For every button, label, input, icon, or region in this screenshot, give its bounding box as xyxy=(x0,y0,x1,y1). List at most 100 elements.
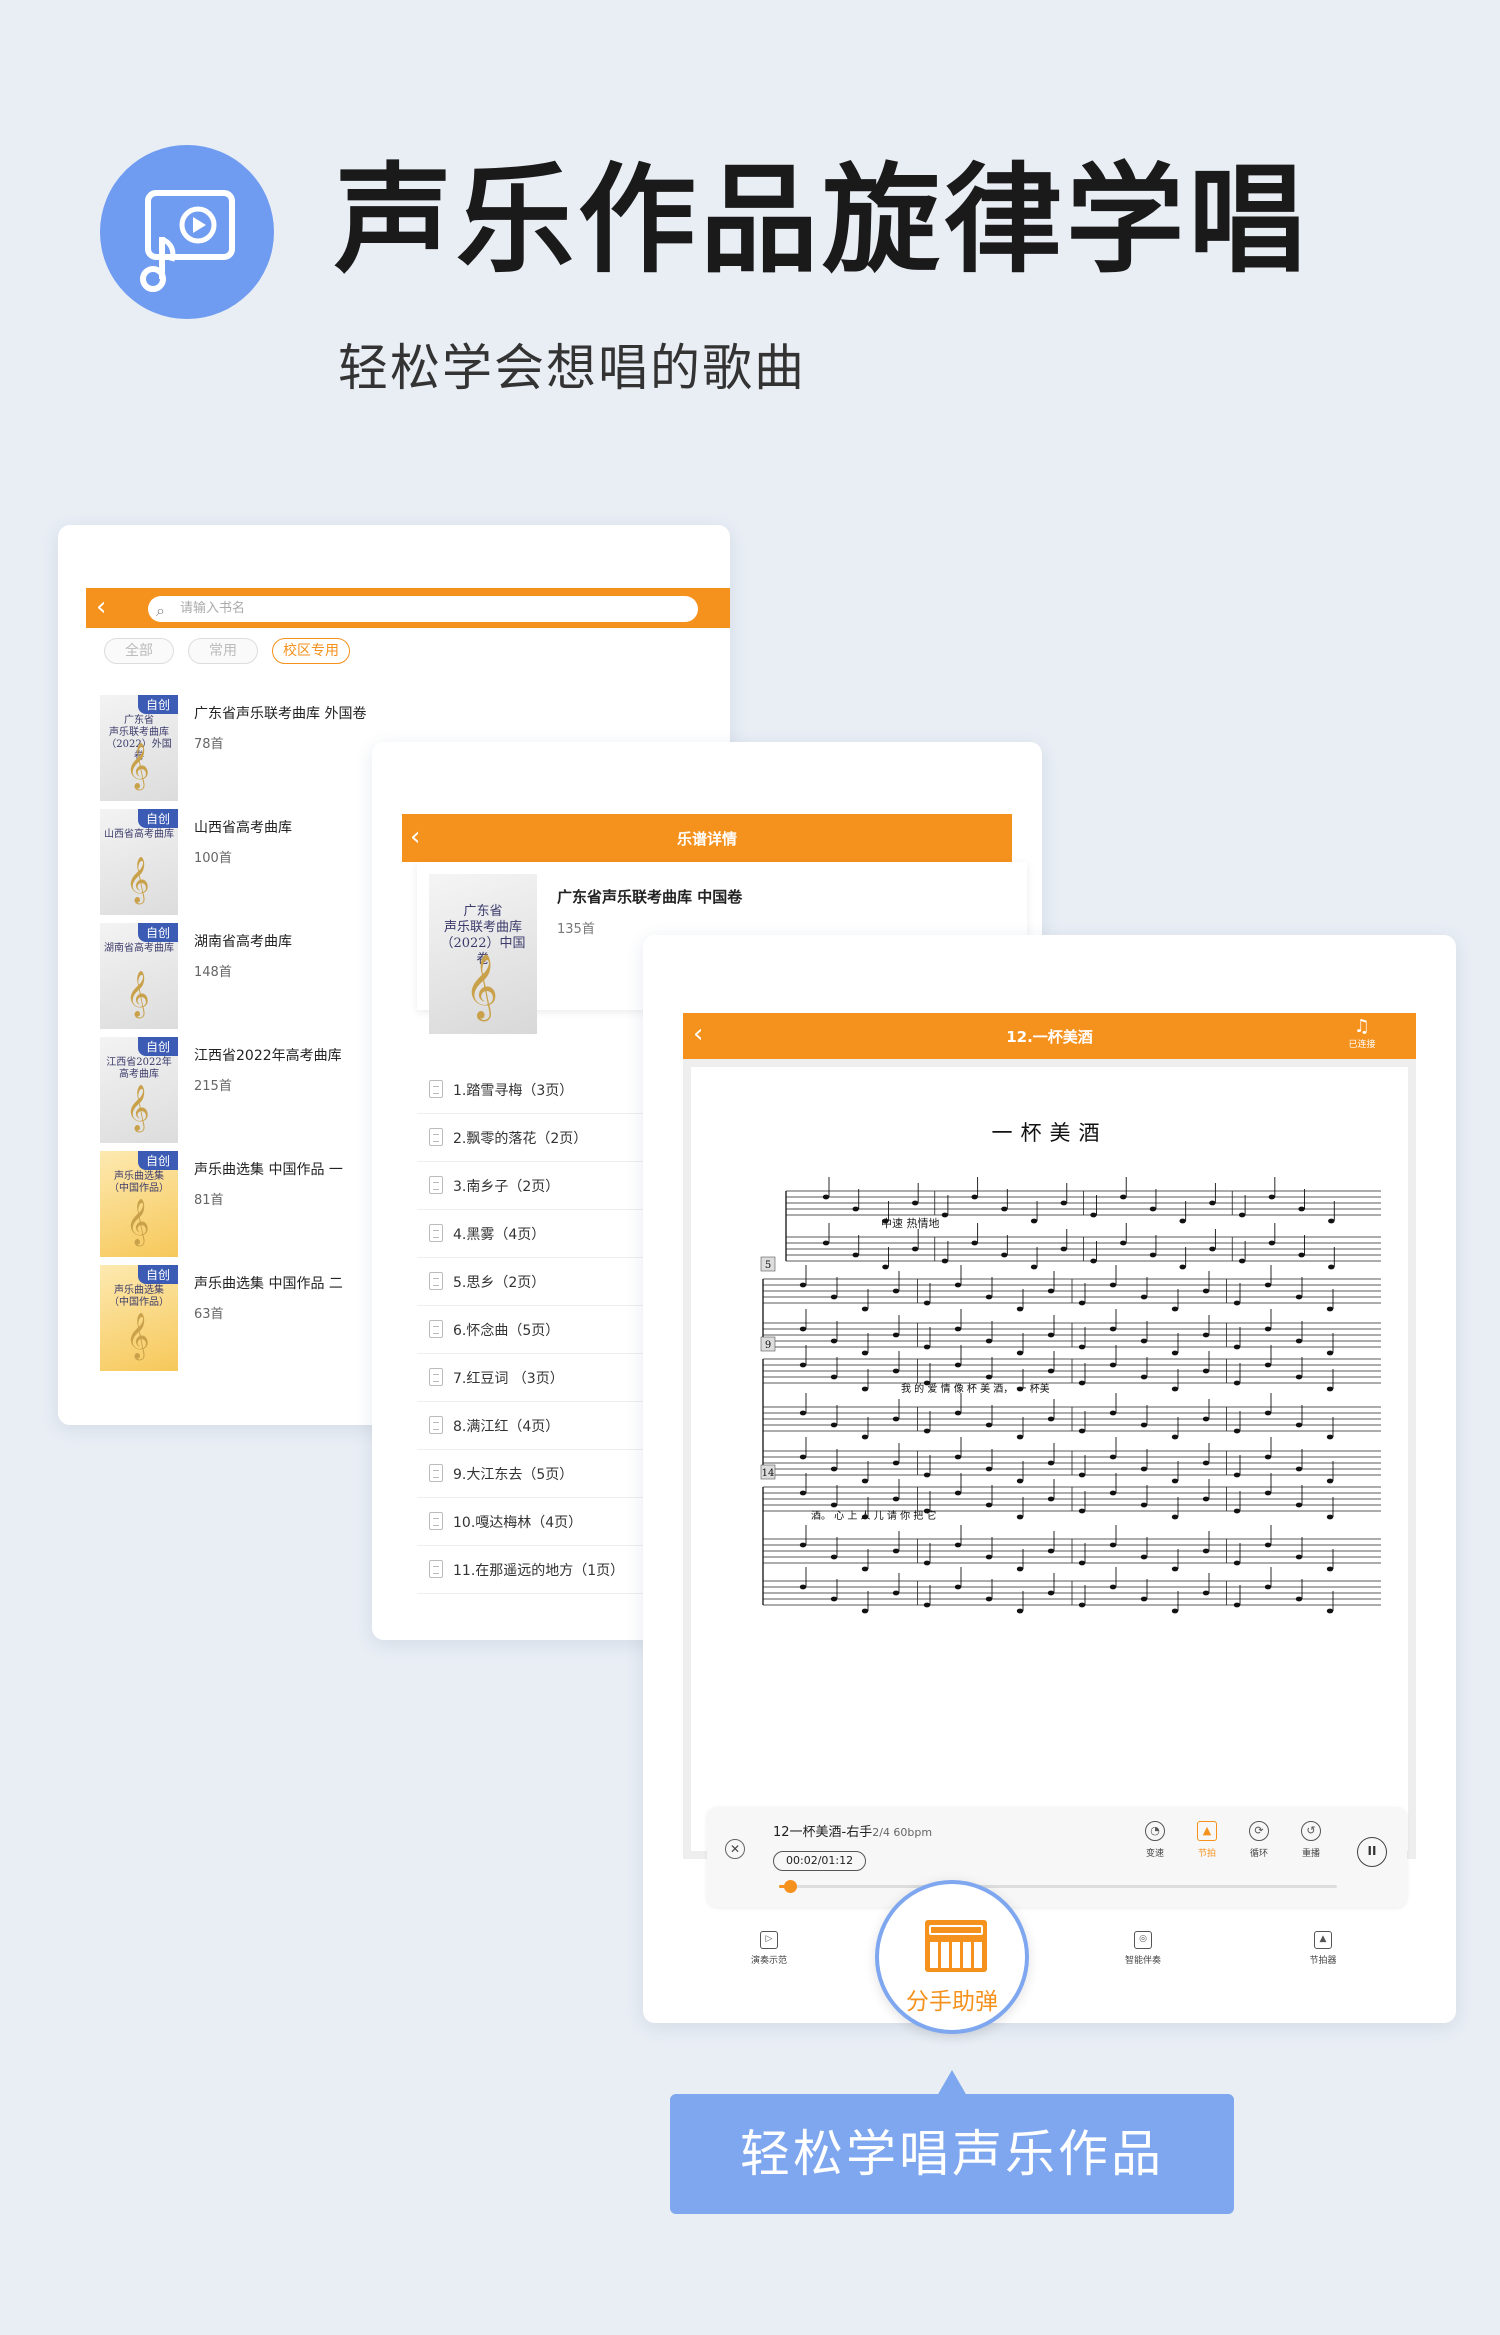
book-badge: 自创 xyxy=(137,1037,178,1056)
note-head xyxy=(1264,1542,1272,1548)
song-item[interactable]: 3.南乡子（2页） xyxy=(417,1162,657,1210)
nav-accompany[interactable]: ◎ 智能伴奏 xyxy=(1103,1931,1183,1966)
nav-label: 智能伴奏 xyxy=(1124,1956,1161,1966)
song-item[interactable]: 6.怀念曲（5页） xyxy=(417,1306,657,1354)
progress-bar[interactable] xyxy=(779,1880,1337,1893)
note-head xyxy=(1047,1496,1055,1502)
control-replay[interactable]: ↺ 重播 xyxy=(1291,1821,1331,1859)
song-item[interactable]: 5.思乡（2页） xyxy=(417,1258,657,1306)
note-head xyxy=(822,1194,830,1200)
control-loop[interactable]: ⟳ 循环 xyxy=(1239,1821,1279,1859)
split-hands-button[interactable]: 分手助弹 xyxy=(875,1880,1029,2034)
page-title: 声乐作品旋律学唱 xyxy=(334,151,1311,289)
book-badge: 自创 xyxy=(137,809,178,828)
note-head xyxy=(1016,1478,1024,1484)
control-metronome[interactable]: ▲ 节拍 xyxy=(1187,1821,1227,1859)
note-head xyxy=(1171,1514,1179,1520)
song-name: 3.南乡子（2页） xyxy=(453,1179,560,1195)
song-item[interactable]: 11.在那遥远的地方（1页） xyxy=(417,1546,657,1594)
close-icon[interactable]: ✕ xyxy=(725,1839,745,1859)
note-head xyxy=(1109,1282,1117,1288)
note-head xyxy=(1140,1554,1148,1560)
back-icon[interactable]: ‹ xyxy=(96,592,106,622)
book-cover: 自创 广东省 声乐联考曲库 （2022）外国卷 𝄞 xyxy=(100,695,178,801)
track-name: 12一杯美酒-右手 xyxy=(773,1825,873,1840)
note-head xyxy=(830,1338,838,1344)
song-name: 2.飘零的落花（2页） xyxy=(453,1131,588,1147)
note-head xyxy=(923,1560,931,1566)
song-name: 11.在那遥远的地方（1页） xyxy=(453,1563,625,1579)
note-head xyxy=(1268,1240,1276,1246)
song-item[interactable]: 10.嘎达梅林（4页） xyxy=(417,1498,657,1546)
note-head xyxy=(954,1362,962,1368)
note-head xyxy=(1202,1332,1210,1338)
book-name: 江西省2022年高考曲库 xyxy=(194,1048,342,1064)
note-head xyxy=(941,1212,949,1218)
note-head xyxy=(1264,1490,1272,1496)
note-head xyxy=(1328,1218,1335,1224)
cover-title: 山西省高考曲库 xyxy=(104,829,174,840)
book-cover: 自创 山西省高考曲库 𝄞 xyxy=(100,809,178,915)
book-name: 广东省声乐联考曲库 中国卷 xyxy=(557,888,743,906)
book-badge: 自创 xyxy=(137,1151,178,1170)
detail-title: 乐谱详情 xyxy=(676,830,737,848)
filter-tab[interactable]: 全部 xyxy=(104,638,174,664)
note-head xyxy=(1326,1608,1334,1614)
note-head xyxy=(1016,1434,1024,1440)
callout-pointer xyxy=(937,2070,967,2096)
note-head xyxy=(1233,1300,1241,1306)
note-head xyxy=(1171,1566,1179,1572)
search-input[interactable]: ⌕ 请输入书名 xyxy=(148,596,698,622)
note-head xyxy=(830,1502,838,1508)
metronome-icon: ▲ xyxy=(1197,1821,1217,1841)
pause-button[interactable]: II xyxy=(1357,1837,1387,1867)
song-item[interactable]: 2.飘零的落花（2页） xyxy=(417,1114,657,1162)
note-head xyxy=(830,1374,838,1380)
control-label: 循环 xyxy=(1249,1849,1268,1859)
note-head xyxy=(971,1194,978,1200)
metronome-icon: ▲ xyxy=(1314,1931,1332,1949)
sheet-area[interactable]: 一杯美酒 中速 热情地 5 9 14 我 的 爱 情 像 杯 美 酒， 一 杯美 酒。 … xyxy=(683,1059,1416,1859)
document-icon xyxy=(429,1512,443,1530)
connection-status[interactable]: ♫ 已连接 xyxy=(1342,1017,1382,1051)
filter-tab[interactable]: 常用 xyxy=(188,638,258,664)
note-head xyxy=(822,1240,830,1246)
control-speed[interactable]: ◔ 变速 xyxy=(1135,1821,1175,1859)
note-head xyxy=(830,1596,838,1602)
note-head xyxy=(1001,1252,1008,1258)
note-head xyxy=(1326,1434,1334,1440)
note-head xyxy=(1109,1542,1117,1548)
document-icon xyxy=(429,1224,443,1242)
note-head xyxy=(1238,1212,1246,1218)
note-head xyxy=(1120,1240,1127,1246)
song-item[interactable]: 9.大江东去（5页） xyxy=(417,1450,657,1498)
nav-label: 节拍器 xyxy=(1309,1956,1337,1966)
note-head xyxy=(911,1246,919,1252)
note-head xyxy=(1140,1596,1148,1602)
page-subtitle: 轻松学会想唱的歌曲 xyxy=(338,339,806,397)
note-head xyxy=(830,1466,838,1472)
note-head xyxy=(954,1454,962,1460)
book-count: 100首 xyxy=(194,851,232,866)
song-item[interactable]: 7.红豆词 （3页） xyxy=(417,1354,657,1402)
nav-play-demo[interactable]: ▷ 演奏示范 xyxy=(729,1931,809,1966)
note-head xyxy=(1202,1416,1210,1422)
note-head xyxy=(1264,1362,1272,1368)
song-item[interactable]: 8.满江红（4页） xyxy=(417,1402,657,1450)
nav-metronome[interactable]: ▲ 节拍器 xyxy=(1283,1931,1363,1966)
progress-handle[interactable] xyxy=(784,1880,798,1893)
note-head xyxy=(1295,1338,1303,1344)
notation-staves: 5 9 14 我 的 爱 情 像 杯 美 酒， 一 杯美酒。 心 上 人 儿 请 你 … xyxy=(760,1177,1381,1614)
song-name: 4.黑雾（4页） xyxy=(453,1227,546,1243)
book-cover: 自创 声乐曲选集 （中国作品） 𝄞 xyxy=(100,1151,178,1257)
cover-title: 湖南省高考曲库 xyxy=(104,943,174,954)
note-head xyxy=(1171,1608,1179,1614)
document-icon xyxy=(429,1080,443,1098)
note-head xyxy=(799,1282,807,1288)
song-item[interactable]: 1.踏雪寻梅（3页） xyxy=(417,1066,657,1114)
note-head xyxy=(1233,1508,1241,1514)
book-badge: 自创 xyxy=(137,1265,178,1284)
song-item[interactable]: 4.黑雾（4页） xyxy=(417,1210,657,1258)
filter-tab[interactable]: 校区专用 xyxy=(272,638,350,664)
note-head xyxy=(1171,1306,1179,1312)
